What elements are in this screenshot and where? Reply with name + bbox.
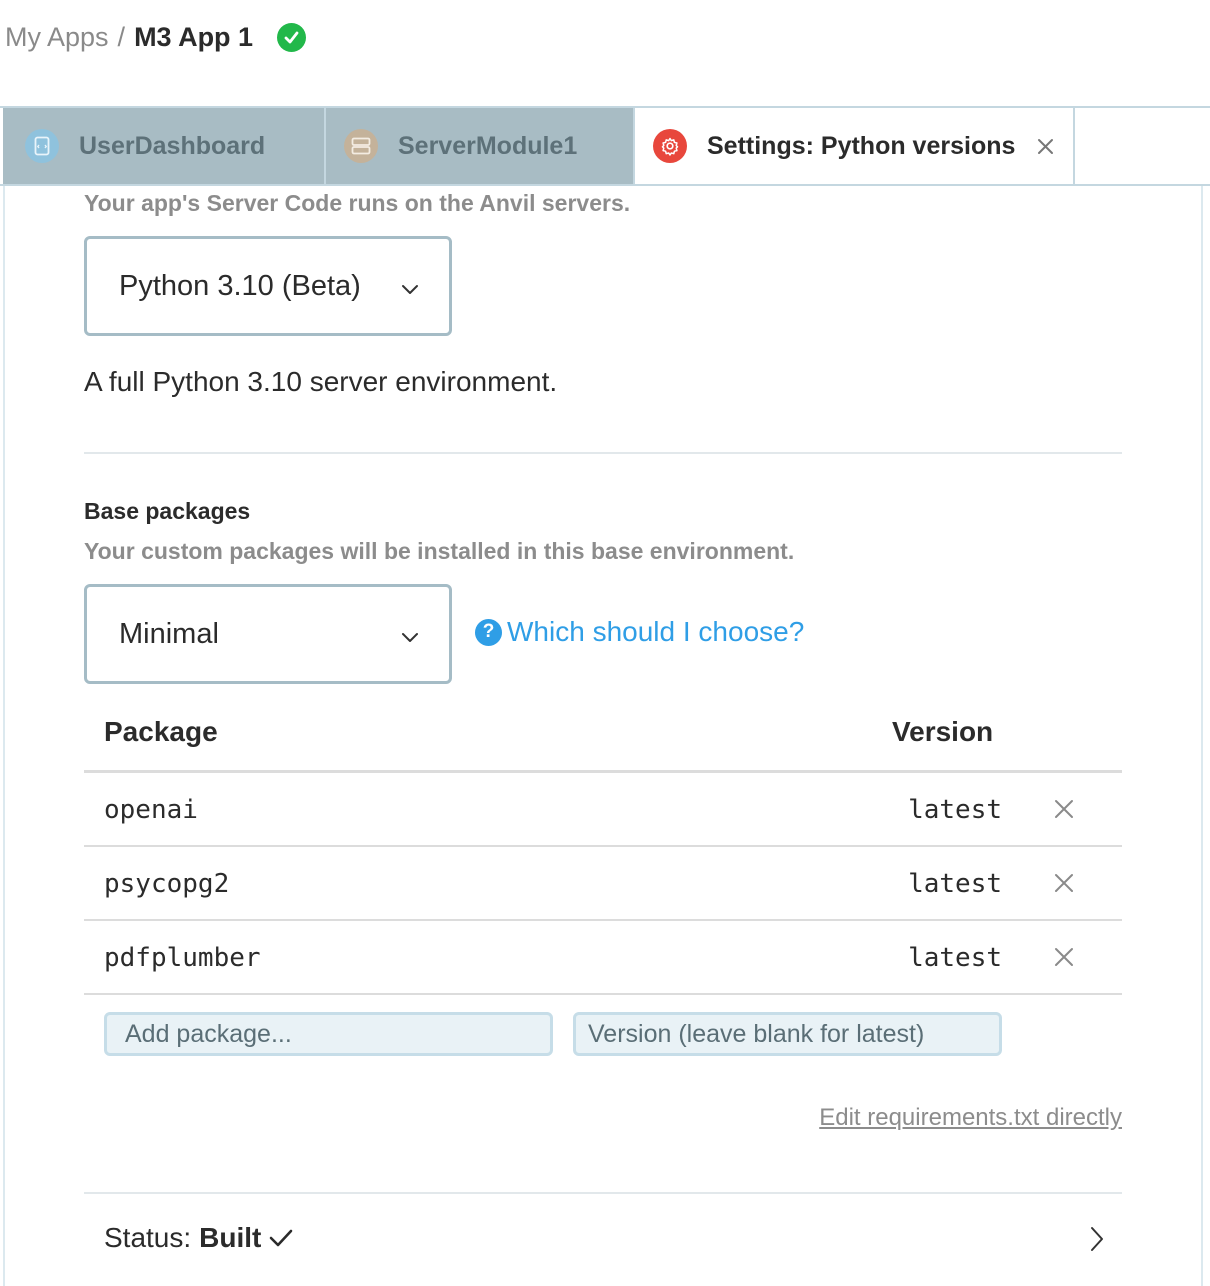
remove-package-icon[interactable] [1054, 947, 1074, 967]
python-version-value: Python 3.10 (Beta) [119, 269, 361, 302]
check-circle-icon [277, 22, 307, 52]
version-placeholder: Version (leave blank for latest) [588, 1019, 925, 1048]
tab-servermodule1[interactable]: ServerModule1 [326, 108, 635, 184]
add-package-input[interactable]: Add package... [104, 1012, 553, 1056]
package-version: latest [908, 943, 1002, 973]
breadcrumb-my-apps-link[interactable]: My Apps [5, 22, 109, 53]
column-header-package: Package [104, 716, 218, 747]
tab-userdashboard[interactable]: UserDashboard [3, 108, 326, 184]
status-value: Built [199, 1222, 262, 1253]
chevron-down-icon [401, 270, 419, 303]
which-should-i-choose-link[interactable]: ? Which should I choose? [475, 616, 804, 648]
python-version-description: A full Python 3.10 server environment. [84, 366, 558, 397]
help-link-label: Which should I choose? [507, 616, 805, 647]
status-divider [84, 1192, 1122, 1194]
server-code-help-text: Your app's Server Code runs on the Anvil… [84, 190, 631, 216]
tab-label: ServerModule1 [398, 131, 578, 160]
base-packages-select[interactable]: Minimal [84, 584, 452, 684]
package-name: pdfplumber [104, 943, 261, 973]
edit-requirements-link[interactable]: Edit requirements.txt directly [819, 1104, 1122, 1132]
package-version: latest [908, 795, 1002, 825]
table-row: openai latest [84, 773, 1122, 847]
build-status[interactable]: Status: Built [104, 1222, 293, 1254]
checkmark-icon [269, 1228, 293, 1248]
remove-package-icon[interactable] [1054, 799, 1074, 819]
tab-label: Settings: Python versions [707, 131, 1016, 160]
column-header-version: Version [892, 716, 994, 747]
server-icon [344, 129, 378, 163]
tab-settings-python-versions[interactable]: Settings: Python versions [635, 108, 1075, 184]
breadcrumb-separator: / [117, 21, 126, 52]
section-divider [84, 452, 1122, 454]
chevron-down-icon [401, 618, 419, 651]
status-label: Status: [104, 1222, 192, 1253]
remove-package-icon[interactable] [1054, 873, 1074, 893]
tab-bar: UserDashboard ServerModule1 Settings: Py… [0, 106, 1210, 186]
base-packages-help-text: Your custom packages will be installed i… [84, 538, 795, 564]
question-icon: ? [475, 618, 502, 646]
app-name: M3 App 1 [134, 21, 254, 52]
gear-icon [653, 129, 687, 163]
base-packages-value: Minimal [119, 617, 219, 650]
close-tab-icon[interactable] [1037, 138, 1054, 155]
package-name: openai [104, 795, 198, 825]
chevron-right-icon[interactable] [1090, 1226, 1104, 1252]
package-name: psycopg2 [104, 869, 230, 899]
breadcrumb: My Apps / M3 App 1 [5, 18, 307, 56]
table-row: psycopg2 latest [84, 847, 1122, 921]
base-packages-title: Base packages [84, 498, 251, 524]
python-version-select[interactable]: Python 3.10 (Beta) [84, 236, 452, 336]
add-package-placeholder: Add package... [125, 1019, 292, 1048]
package-version: latest [908, 869, 1002, 899]
table-row: pdfplumber latest [84, 921, 1122, 995]
tab-label: UserDashboard [79, 131, 266, 160]
form-icon [25, 129, 59, 163]
package-version-input[interactable]: Version (leave blank for latest) [573, 1012, 1002, 1056]
